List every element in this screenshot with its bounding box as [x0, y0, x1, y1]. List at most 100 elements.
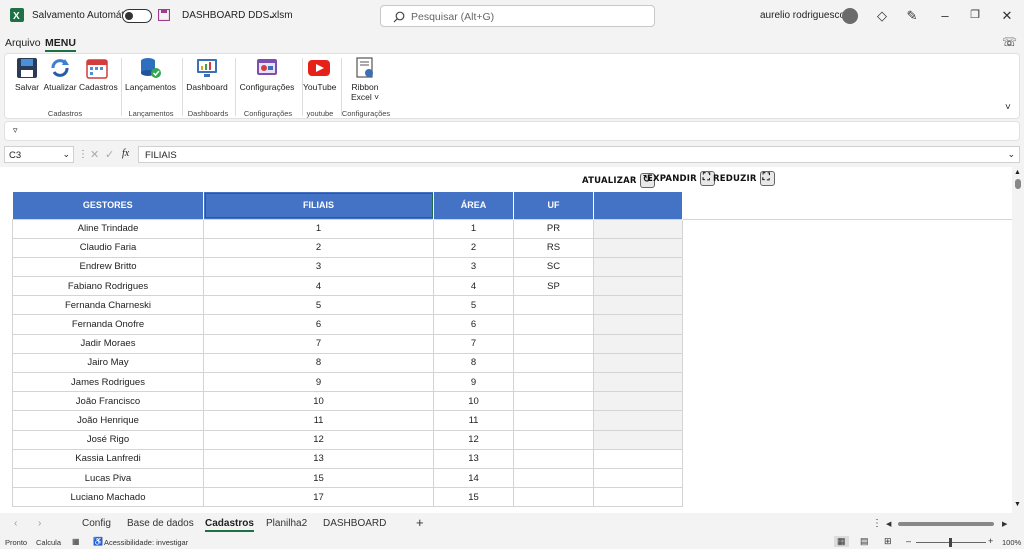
pen-icon[interactable]: ✎ — [903, 8, 921, 24]
ribbon-excel-button[interactable]: Ribbon Excel ˅ — [345, 56, 385, 102]
scroll-up-icon[interactable]: ▲ — [1014, 169, 1021, 176]
insert-function-icon[interactable]: fx — [122, 148, 129, 159]
sheet-tab-cadastros[interactable]: Cadastros — [205, 518, 254, 532]
restore-icon[interactable]: ❐ — [966, 8, 984, 21]
cell-gestor[interactable]: James Rodrigues — [12, 371, 204, 393]
cell-gestor[interactable]: Jairo May — [12, 352, 204, 374]
cell-uf[interactable]: SC — [513, 256, 594, 278]
header-empty[interactable] — [593, 192, 683, 219]
cell-gestor[interactable]: Lucas Piva — [12, 467, 204, 489]
zoom-slider-thumb[interactable] — [949, 538, 952, 547]
cell-uf[interactable] — [513, 352, 594, 374]
accessibility-status[interactable]: Acessibilidade: investigar — [104, 538, 188, 547]
page-break-icon[interactable]: ⊞ — [884, 536, 892, 547]
cell-extra[interactable] — [593, 256, 683, 278]
name-box[interactable]: C3 ⌄ — [4, 146, 74, 163]
cell-gestor[interactable]: Fernanda Onofre — [12, 314, 204, 335]
dashboard-button[interactable]: Dashboard — [185, 56, 229, 92]
cell-uf[interactable] — [513, 371, 594, 393]
cell-uf[interactable] — [513, 410, 594, 431]
file-name[interactable]: DASHBOARD DDS.xlsm — [182, 10, 293, 21]
cell-gestor[interactable]: Luciano Machado — [12, 487, 204, 508]
collapse-ribbon-icon[interactable]: ˅ — [1005, 102, 1011, 113]
cell-filial[interactable]: 3 — [203, 256, 434, 278]
lancamentos-button[interactable]: Lançamentos — [125, 56, 176, 92]
cell-filial[interactable]: 4 — [203, 276, 434, 297]
cell-gestor[interactable]: Jadir Moraes — [12, 333, 204, 354]
cell-filial[interactable]: 17 — [203, 487, 434, 508]
cell-uf[interactable] — [513, 487, 594, 508]
more-options-icon[interactable]: ⋮ — [78, 149, 88, 160]
cell-area[interactable]: 2 — [433, 237, 514, 258]
cell-gestor[interactable]: Endrew Britto — [12, 256, 204, 278]
cell-uf[interactable] — [513, 448, 594, 469]
avatar[interactable] — [842, 8, 858, 24]
formula-input[interactable]: FILIAIS ⌄ — [138, 146, 1020, 163]
cell-extra[interactable] — [593, 487, 683, 508]
cell-area[interactable]: 8 — [433, 352, 514, 374]
autosave-toggle[interactable] — [122, 9, 152, 23]
cell-extra[interactable] — [593, 237, 683, 258]
expand-formula-icon[interactable]: ⌄ — [1007, 149, 1015, 160]
next-sheet-icon[interactable]: › — [38, 518, 41, 529]
zoom-in-icon[interactable]: + — [988, 536, 993, 546]
cell-uf[interactable] — [513, 295, 594, 316]
cell-extra[interactable] — [593, 333, 683, 354]
cell-extra[interactable] — [593, 391, 683, 412]
cell-uf[interactable] — [513, 391, 594, 412]
save-icon[interactable] — [158, 9, 170, 21]
cell-area[interactable]: 11 — [433, 410, 514, 431]
normal-view-icon[interactable]: ▦ — [834, 536, 849, 547]
cell-extra[interactable] — [593, 467, 683, 489]
cell-area[interactable]: 7 — [433, 333, 514, 354]
scroll-right-icon[interactable]: ▶ — [1002, 520, 1007, 528]
cell-filial[interactable]: 12 — [203, 429, 434, 450]
cell-filial[interactable]: 15 — [203, 467, 434, 489]
youtube-button[interactable]: YouTube — [303, 56, 336, 92]
sheet-tab-config[interactable]: Config — [82, 518, 111, 529]
page-layout-icon[interactable]: ▤ — [860, 536, 869, 547]
expandir-button[interactable]: EXPANDIR ⛶ — [647, 171, 715, 186]
cell-area[interactable]: 5 — [433, 295, 514, 316]
cell-extra[interactable] — [593, 448, 683, 469]
cell-extra[interactable] — [593, 371, 683, 393]
cell-filial[interactable]: 2 — [203, 237, 434, 258]
vertical-scrollbar[interactable]: ▲ ▼ — [1012, 167, 1024, 513]
header-uf[interactable]: UF — [513, 192, 594, 219]
cell-extra[interactable] — [593, 352, 683, 374]
cell-filial[interactable]: 1 — [203, 218, 434, 239]
cell-filial[interactable]: 6 — [203, 314, 434, 335]
cell-filial[interactable]: 11 — [203, 410, 434, 431]
cell-extra[interactable] — [593, 218, 683, 239]
worksheet[interactable]: ATUALIZAR ↻ EXPANDIR ⛶ REDUZIR ⛶ GESTORES F… — [0, 167, 1012, 513]
more-options-icon[interactable]: ⋮ — [872, 518, 882, 529]
cell-extra[interactable] — [593, 295, 683, 316]
cell-extra[interactable] — [593, 429, 683, 450]
cell-filial[interactable]: 13 — [203, 448, 434, 469]
search-box[interactable]: Pesquisar (Alt+G) — [380, 5, 655, 27]
cell-filial[interactable]: 7 — [203, 333, 434, 354]
cell-area[interactable]: 9 — [433, 371, 514, 393]
prev-sheet-icon[interactable]: ‹ — [14, 518, 17, 529]
cell-uf[interactable]: PR — [513, 218, 594, 239]
minimize-icon[interactable]: – — [936, 8, 954, 23]
refresh-button[interactable]: Atualizar — [43, 56, 77, 92]
macro-record-icon[interactable]: ▦ — [72, 537, 80, 546]
header-filiais[interactable]: FILIAIS — [203, 192, 434, 219]
cell-area[interactable]: 14 — [433, 467, 514, 489]
scroll-left-icon[interactable]: ◀ — [886, 520, 891, 528]
scroll-thumb[interactable] — [1015, 179, 1021, 189]
configuracoes-button[interactable]: Configurações — [238, 56, 296, 92]
cell-uf[interactable] — [513, 333, 594, 354]
cell-gestor[interactable]: Fernanda Charneski — [12, 295, 204, 316]
cell-uf[interactable]: SP — [513, 276, 594, 297]
cell-area[interactable]: 4 — [433, 276, 514, 297]
atualizar-button[interactable]: ATUALIZAR ↻ — [582, 173, 655, 188]
cell-gestor[interactable]: Kassia Lanfredi — [12, 448, 204, 469]
scroll-down-icon[interactable]: ▼ — [1014, 501, 1021, 508]
zoom-level[interactable]: 100% — [1002, 538, 1021, 547]
cell-uf[interactable]: RS — [513, 237, 594, 258]
cell-uf[interactable] — [513, 314, 594, 335]
cadastros-button[interactable]: Cadastros — [79, 56, 118, 92]
header-gestores[interactable]: GESTORES — [12, 192, 204, 219]
